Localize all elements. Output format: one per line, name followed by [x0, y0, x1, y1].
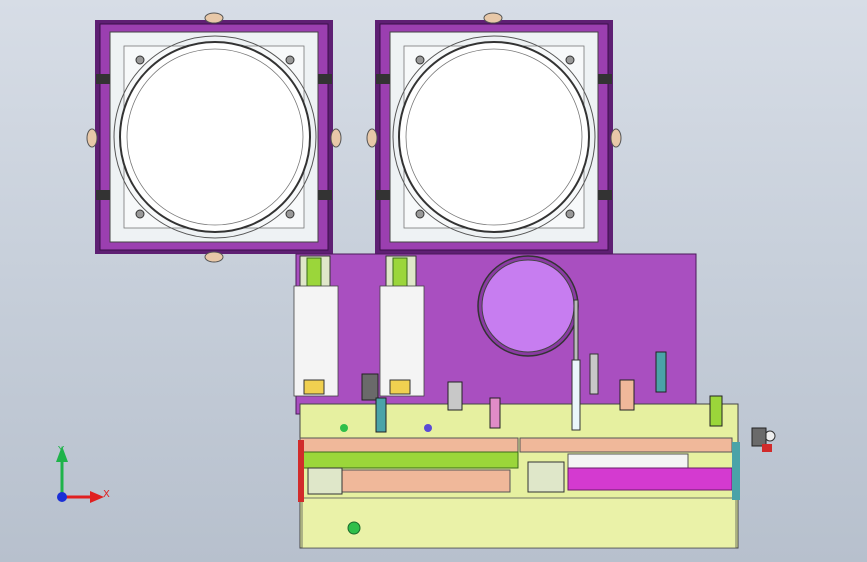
cad-model: Y X [56, 12, 776, 549]
coordinate-triad: Y X [56, 445, 110, 503]
mounting-plate [295, 253, 697, 415]
cad-viewport[interactable]: Y X [0, 0, 867, 562]
conveyor-left [298, 437, 519, 502]
tray-module-left [86, 12, 342, 263]
tray-module-right [366, 12, 622, 254]
x-axis-label: X [103, 489, 110, 500]
y-axis-label: Y [57, 445, 65, 456]
